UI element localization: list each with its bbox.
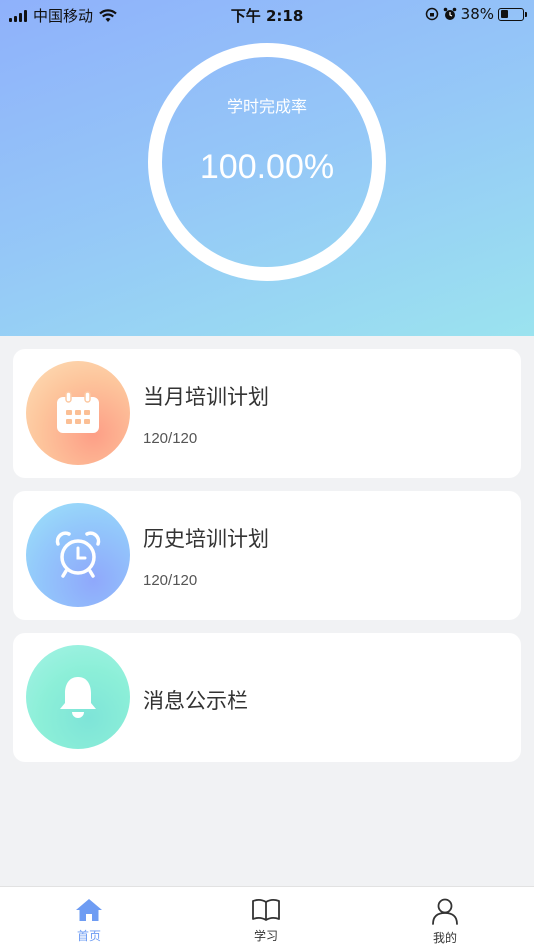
completion-value: 100.00% — [199, 148, 335, 186]
tab-study[interactable]: 学习 — [206, 887, 326, 950]
orientation-lock-icon — [425, 7, 438, 21]
card-notice-board[interactable]: 消息公示栏 — [13, 633, 521, 762]
card-monthly-plan[interactable]: 当月培训计划 120/120 — [13, 349, 521, 478]
tab-home[interactable]: 首页 — [29, 887, 149, 950]
bottom-tab-bar: 首页 学习 我的 — [0, 886, 534, 950]
status-bar: 中国移动 下午 2:18 38% — [0, 0, 534, 30]
bell-icon — [26, 645, 130, 749]
tab-label: 学习 — [253, 929, 278, 943]
card-history-plan[interactable]: 历史培训计划 120/120 — [13, 491, 521, 620]
alarm-icon — [443, 7, 456, 20]
tab-mine[interactable]: 我的 — [385, 887, 505, 950]
battery-percent: 38% — [460, 5, 494, 23]
card-title: 消息公示栏 — [143, 689, 248, 713]
card-title: 当月培训计划 — [143, 385, 269, 409]
card-count: 120/120 — [143, 430, 198, 447]
header-banner: 中国移动 下午 2:18 38% 学时完成率 100.00% — [0, 0, 534, 336]
tab-label: 我的 — [432, 931, 457, 945]
battery-fill — [500, 10, 509, 18]
alarm-clock-icon — [26, 503, 130, 607]
battery-icon — [498, 7, 527, 21]
home-icon — [76, 899, 102, 921]
person-icon — [432, 898, 458, 925]
tab-label: 首页 — [76, 929, 101, 943]
card-count: 120/120 — [143, 572, 198, 589]
calendar-icon — [26, 361, 130, 465]
completion-label: 学时完成率 — [226, 97, 307, 116]
card-title: 历史培训计划 — [143, 527, 269, 551]
status-right: 38% — [425, 5, 527, 23]
book-icon — [252, 899, 280, 921]
